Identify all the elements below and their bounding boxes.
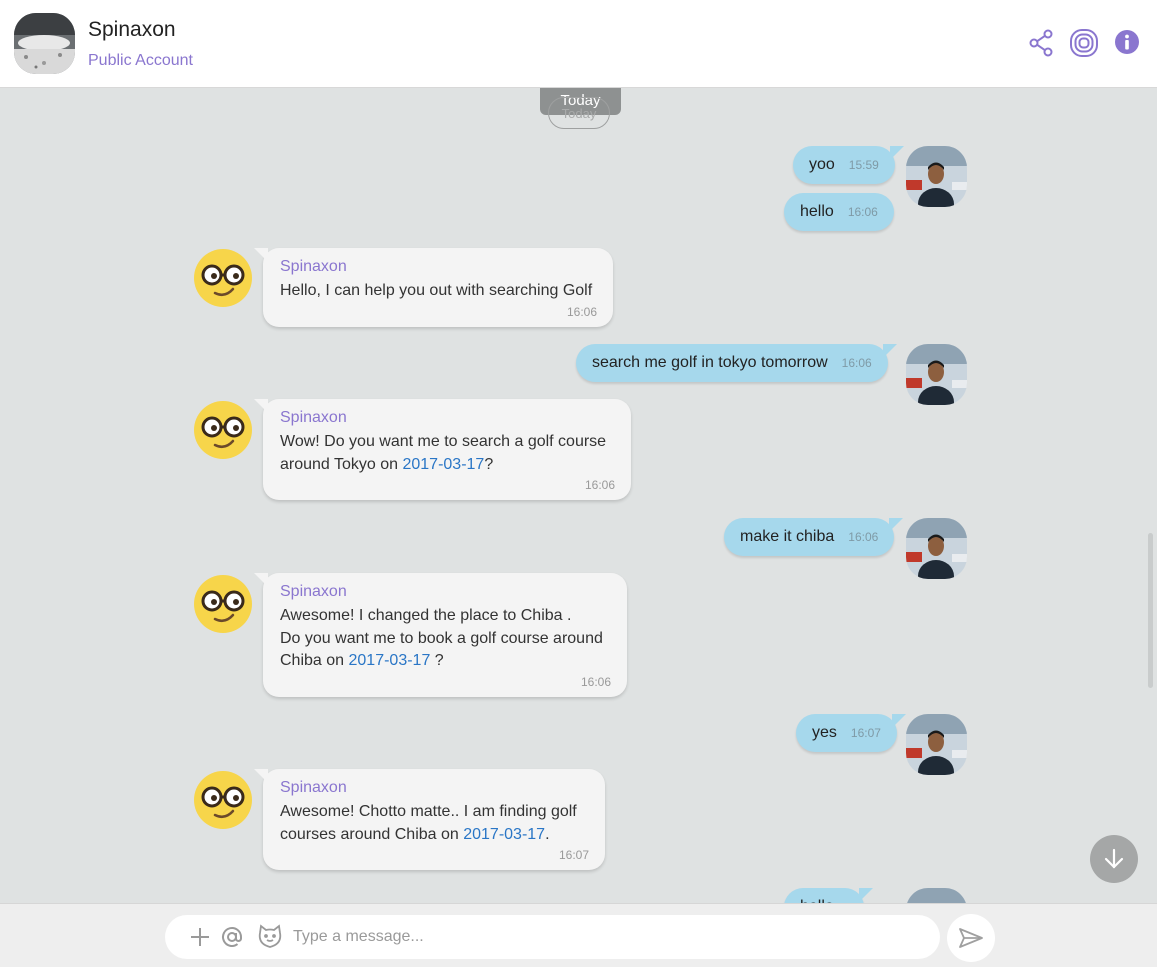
message-text: search me golf in tokyo tomorrow: [592, 354, 828, 371]
message-text: yoo: [809, 156, 835, 173]
at-icon[interactable]: [219, 924, 245, 950]
outgoing-message[interactable]: hello: [784, 888, 873, 903]
user-avatar[interactable]: [906, 888, 967, 903]
incoming-message[interactable]: Spinaxon Wow! Do you want me to search a…: [254, 399, 631, 500]
message-time: 16:07: [850, 726, 881, 740]
user-avatar[interactable]: [906, 714, 967, 775]
message-text: hello: [800, 203, 834, 220]
user-avatar[interactable]: [906, 146, 967, 207]
share-icon[interactable]: [1028, 29, 1056, 57]
outgoing-message[interactable]: yes 16:07: [796, 714, 906, 752]
message-time: 15:59: [848, 158, 879, 172]
message-text: make it chiba: [740, 528, 835, 545]
message-time: 16:06: [580, 674, 611, 689]
account-avatar[interactable]: [14, 13, 75, 74]
user-avatar[interactable]: [906, 518, 967, 579]
message-time: 16:06: [847, 205, 878, 219]
scrollbar[interactable]: [1148, 533, 1153, 688]
plus-icon[interactable]: [187, 924, 213, 950]
send-button[interactable]: [947, 914, 995, 962]
message-text: yes: [812, 724, 837, 741]
sender-name: Spinaxon: [280, 258, 347, 275]
message-text: courses around Chiba on 2017-03-17.: [280, 825, 550, 843]
incoming-message[interactable]: Spinaxon Awesome! Chotto matte.. I am fi…: [254, 769, 605, 870]
account-type: Public Account: [88, 52, 193, 69]
chat-header: Spinaxon Public Account: [0, 0, 1157, 88]
message-time: 16:06: [566, 304, 597, 319]
message-time: 16:06: [848, 530, 879, 544]
message-text: around Tokyo on 2017-03-17?: [280, 455, 494, 473]
scroll-to-bottom-button[interactable]: [1090, 835, 1138, 883]
message-text: Hello, I can help you out with searching…: [280, 282, 593, 299]
message-time: 16:07: [558, 848, 589, 862]
message-input[interactable]: [293, 923, 913, 951]
date-link[interactable]: 2017-03-17: [463, 826, 545, 843]
outgoing-message[interactable]: make it chiba 16:06: [724, 518, 904, 556]
bot-avatar[interactable]: [193, 248, 254, 309]
concentric-squares-icon[interactable]: [1069, 29, 1098, 57]
bot-avatar[interactable]: [193, 770, 254, 831]
message-input-container[interactable]: [165, 915, 940, 959]
outgoing-message[interactable]: hello 16:06: [784, 193, 894, 231]
message-time: 16:06: [584, 478, 615, 492]
date-link[interactable]: 2017-03-17: [402, 456, 484, 473]
message-text: Chiba on 2017-03-17 ?: [280, 652, 444, 669]
day-separator-floating: Today: [548, 97, 610, 129]
message-text: Wow! Do you want me to search a golf cou…: [280, 433, 607, 450]
message-text: Do you want me to book a golf course aro…: [280, 629, 603, 647]
bot-avatar[interactable]: [193, 400, 254, 461]
arrow-down-icon: [1104, 848, 1124, 869]
outgoing-message[interactable]: yoo 15:59: [793, 146, 904, 184]
incoming-message[interactable]: Spinaxon Awesome! I changed the place to…: [254, 573, 627, 697]
incoming-message[interactable]: Spinaxon Hello, I can help you out with …: [254, 248, 613, 327]
outgoing-message[interactable]: search me golf in tokyo tomorrow 16:06: [576, 344, 897, 382]
date-link[interactable]: 2017-03-17: [349, 652, 431, 669]
info-icon[interactable]: [1114, 29, 1142, 57]
sender-name: Spinaxon: [280, 583, 347, 600]
message-text: Awesome! Chotto matte.. I am finding gol…: [280, 803, 577, 820]
send-icon: [959, 928, 983, 948]
message-text: Awesome! I changed the place to Chiba .: [280, 607, 572, 624]
bot-avatar[interactable]: [193, 574, 254, 635]
account-title: Spinaxon: [88, 18, 176, 41]
message-list[interactable]: Today Today yoo 15:59 hello 16:06 Spinax…: [0, 88, 1157, 903]
sender-name: Spinaxon: [280, 409, 347, 426]
cat-emoji-icon[interactable]: [257, 924, 283, 950]
user-avatar[interactable]: [906, 344, 967, 405]
composer: [0, 903, 1157, 967]
message-time: 16:06: [841, 356, 872, 370]
sender-name: Spinaxon: [280, 779, 347, 796]
